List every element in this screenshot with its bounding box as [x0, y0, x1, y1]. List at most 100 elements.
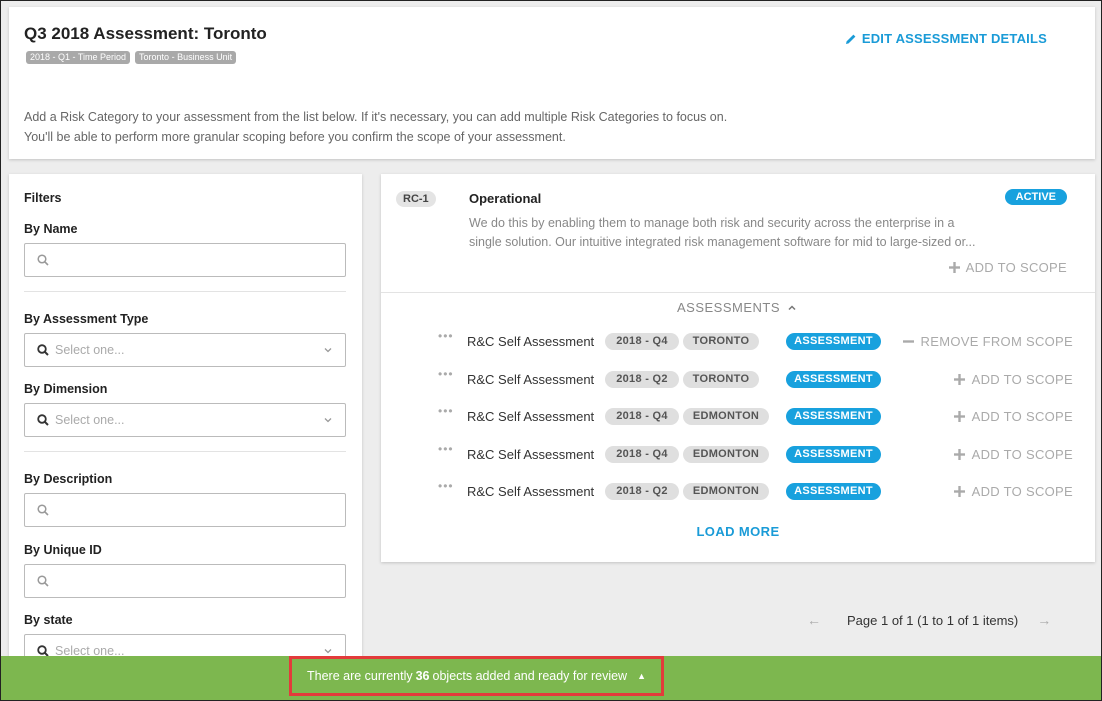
more-options-icon[interactable]: ••• — [438, 443, 454, 455]
description-line-2: You'll be able to perform more granular … — [24, 130, 566, 144]
type-pill: ASSESSMENT — [786, 371, 881, 388]
page-title: Q3 2018 Assessment: Toronto — [24, 24, 267, 43]
table-row: ••• R&C Self Assessment 2018 - Q4 EDMONT… — [381, 443, 1095, 465]
assessment-name[interactable]: R&C Self Assessment — [467, 334, 594, 349]
unique-id-search-input[interactable] — [24, 564, 346, 598]
business-unit-tag: Toronto - Business Unit — [135, 51, 237, 64]
assessments-heading: ASSESSMENTS — [677, 300, 781, 315]
unit-pill: EDMONTON — [683, 483, 769, 500]
search-icon — [37, 254, 49, 266]
table-row: ••• R&C Self Assessment 2018 - Q2 TORONT… — [381, 368, 1095, 390]
review-footer-bar: There are currently 36 objects added and… — [1, 656, 1101, 700]
type-pill: ASSESSMENT — [786, 483, 881, 500]
by-name-label: By Name — [24, 222, 78, 236]
period-pill: 2018 - Q4 — [605, 333, 679, 350]
row-action-label: ADD TO SCOPE — [971, 409, 1073, 424]
filter-divider — [24, 291, 346, 292]
pagination: ← Page 1 of 1 (1 to 1 of 1 items) → — [807, 612, 1051, 628]
row-action-label: ADD TO SCOPE — [971, 372, 1073, 387]
assessment-name[interactable]: R&C Self Assessment — [467, 372, 594, 387]
risk-category-add-to-scope-button[interactable]: ADD TO SCOPE — [948, 260, 1067, 275]
plus-icon — [953, 411, 965, 422]
arrow-left-icon[interactable]: ← — [807, 612, 821, 628]
table-row: ••• R&C Self Assessment 2018 - Q4 TORONT… — [381, 330, 1095, 352]
edit-assessment-details-label: EDIT ASSESSMENT DETAILS — [861, 31, 1047, 46]
row-action-label: ADD TO SCOPE — [971, 484, 1073, 499]
pencil-icon — [845, 34, 856, 44]
more-options-icon[interactable]: ••• — [438, 405, 454, 417]
table-row: ••• R&C Self Assessment 2018 - Q2 EDMONT… — [381, 480, 1095, 502]
review-summary-prefix: There are currently — [307, 669, 413, 683]
description-line-1: Add a Risk Category to your assessment f… — [24, 110, 728, 124]
filters-title: Filters — [24, 191, 62, 205]
add-to-scope-button[interactable]: ADD TO SCOPE — [953, 372, 1073, 387]
assessments-toggle[interactable]: ASSESSMENTS — [677, 300, 797, 315]
filter-divider — [24, 451, 346, 452]
header-description: Add a Risk Category to your assessment f… — [24, 107, 727, 147]
name-search-input[interactable] — [24, 243, 346, 277]
assessment-type-placeholder: Select one... — [55, 343, 125, 357]
add-to-scope-button[interactable]: ADD TO SCOPE — [953, 447, 1073, 462]
assessment-name[interactable]: R&C Self Assessment — [467, 447, 594, 462]
assessment-name[interactable]: R&C Self Assessment — [467, 409, 594, 424]
chevron-up-icon — [788, 304, 796, 310]
type-pill: ASSESSMENT — [786, 408, 881, 425]
review-object-count: 36 — [415, 669, 430, 683]
review-summary-suffix: objects added and ready for review — [432, 669, 628, 683]
card-divider — [381, 292, 1095, 293]
risk-category-id-badge: RC-1 — [396, 191, 436, 207]
more-options-icon[interactable]: ••• — [438, 368, 454, 380]
edit-assessment-details-link[interactable]: EDIT ASSESSMENT DETAILS — [845, 31, 1047, 46]
add-to-scope-button[interactable]: ADD TO SCOPE — [953, 484, 1073, 499]
add-to-scope-button[interactable]: ADD TO SCOPE — [953, 409, 1073, 424]
rc-description-line-2: single solution. Our intuitive integrate… — [469, 235, 976, 249]
search-icon — [37, 414, 49, 426]
unit-pill: TORONTO — [683, 333, 759, 350]
plus-icon — [953, 486, 965, 497]
assessment-name[interactable]: R&C Self Assessment — [467, 484, 594, 499]
chevron-down-icon — [324, 649, 332, 654]
status-badge: ACTIVE — [1004, 189, 1067, 205]
unit-pill: TORONTO — [683, 371, 759, 388]
table-row: ••• R&C Self Assessment 2018 - Q4 EDMONT… — [381, 405, 1095, 427]
dimension-select[interactable]: Select one... — [24, 403, 346, 437]
row-action-label: ADD TO SCOPE — [971, 447, 1073, 462]
minus-icon — [902, 340, 914, 343]
time-period-tag: 2018 - Q1 - Time Period — [26, 51, 131, 64]
dimension-placeholder: Select one... — [55, 413, 125, 427]
search-icon — [37, 344, 49, 356]
description-search-input[interactable] — [24, 493, 346, 527]
pagination-text: Page 1 of 1 (1 to 1 of 1 items) — [847, 612, 1019, 628]
arrow-right-icon[interactable]: → — [1037, 612, 1051, 628]
more-options-icon[interactable]: ••• — [438, 330, 454, 342]
by-dimension-label: By Dimension — [24, 382, 108, 396]
risk-category-card: RC-1 Operational ACTIVE We do this by en… — [381, 174, 1095, 562]
by-state-label: By state — [24, 613, 73, 627]
assessment-type-select[interactable]: Select one... — [24, 333, 346, 367]
remove-from-scope-button[interactable]: REMOVE FROM SCOPE — [902, 334, 1073, 349]
chevron-down-icon — [324, 348, 332, 353]
add-to-scope-label: ADD TO SCOPE — [965, 260, 1067, 275]
plus-icon — [953, 449, 965, 460]
header-tags: 2018 - Q1 - Time Period Toronto - Busine… — [26, 51, 237, 64]
search-icon — [37, 504, 49, 516]
by-assessment-type-label: By Assessment Type — [24, 312, 149, 326]
type-pill: ASSESSMENT — [786, 333, 881, 350]
rc-description-line-1: We do this by enabling them to manage bo… — [469, 216, 955, 230]
caret-up-icon: ▲ — [637, 671, 646, 681]
period-pill: 2018 - Q2 — [605, 371, 679, 388]
load-more-button[interactable]: LOAD MORE — [381, 524, 1095, 539]
by-unique-id-label: By Unique ID — [24, 543, 102, 557]
period-pill: 2018 - Q4 — [605, 446, 679, 463]
more-options-icon[interactable]: ••• — [438, 480, 454, 492]
search-icon — [37, 575, 49, 587]
unit-pill: EDMONTON — [683, 446, 769, 463]
review-summary-toggle[interactable]: There are currently 36 objects added and… — [289, 656, 664, 696]
row-action-label: REMOVE FROM SCOPE — [920, 334, 1073, 349]
risk-category-description: We do this by enabling them to manage bo… — [469, 214, 989, 252]
period-pill: 2018 - Q4 — [605, 408, 679, 425]
period-pill: 2018 - Q2 — [605, 483, 679, 500]
risk-category-name[interactable]: Operational — [469, 191, 541, 206]
filters-panel: Filters By Name By Assessment Type Selec… — [9, 174, 362, 674]
assessment-header-card: Q3 2018 Assessment: Toronto 2018 - Q1 - … — [9, 7, 1095, 159]
